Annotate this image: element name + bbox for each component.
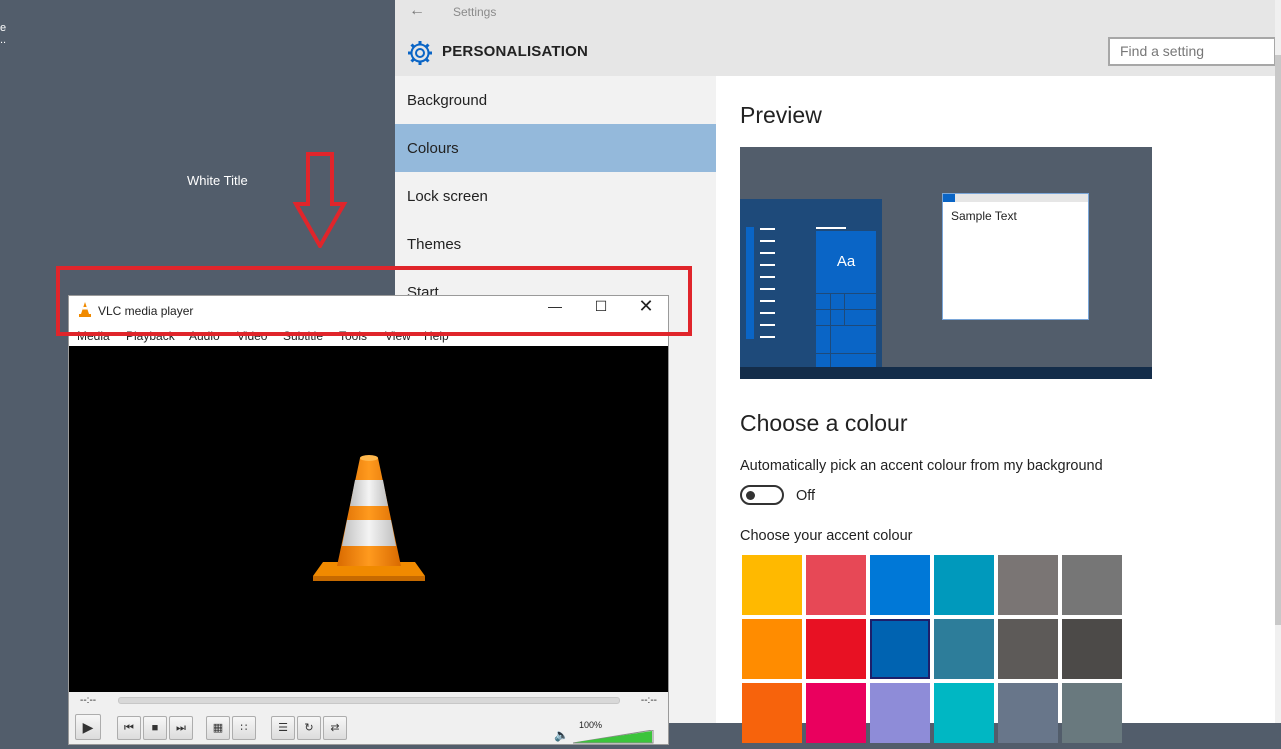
- vlc-seek-area: --:-- --:--: [69, 692, 668, 710]
- desktop-text-fragment-2: ..: [0, 34, 7, 46]
- menu-help[interactable]: Help: [424, 329, 449, 343]
- accent-swatch[interactable]: [870, 619, 930, 679]
- preview-tile-text: Aa: [836, 253, 856, 270]
- back-arrow-icon[interactable]: ←: [409, 2, 425, 20]
- next-button[interactable]: ⏭: [169, 716, 193, 740]
- accent-swatch[interactable]: [998, 619, 1058, 679]
- settings-content: Preview Aa Sample Text Choose a colour A…: [716, 76, 1281, 743]
- search-input[interactable]: [1110, 39, 1270, 63]
- search-box[interactable]: [1108, 37, 1276, 66]
- menu-video[interactable]: Video: [237, 329, 267, 343]
- accent-swatch[interactable]: [806, 683, 866, 743]
- accent-swatch[interactable]: [1062, 619, 1122, 679]
- annotation-label: White Title: [187, 173, 248, 188]
- vlc-titlebar: VLC media player — ☐ ✕: [69, 296, 668, 326]
- settings-window-title: Settings: [453, 5, 497, 19]
- extended-settings-button[interactable]: ∷: [232, 716, 256, 740]
- accent-swatch[interactable]: [742, 619, 802, 679]
- menu-view[interactable]: View: [385, 329, 411, 343]
- scrollbar[interactable]: [1275, 0, 1281, 723]
- accent-swatch[interactable]: [742, 683, 802, 743]
- nav-item-background[interactable]: Background: [395, 76, 716, 124]
- preview-taskbar: [740, 367, 1152, 379]
- vlc-cone-icon: [79, 302, 91, 317]
- menu-subtitle[interactable]: Subtitle: [283, 329, 323, 343]
- time-total: --:--: [640, 695, 657, 706]
- vlc-logo-cone-icon: [313, 455, 425, 581]
- volume-slider[interactable]: [573, 730, 655, 744]
- volume-percent: 100%: [579, 720, 603, 730]
- page-title: PERSONALISATION: [442, 43, 589, 60]
- accent-swatch[interactable]: [1062, 683, 1122, 743]
- preview-sample-text: Sample Text: [951, 209, 1017, 223]
- seek-slider[interactable]: [118, 697, 620, 704]
- accent-swatch[interactable]: [870, 683, 930, 743]
- preview-start-strip: [746, 227, 754, 339]
- accent-swatch[interactable]: [742, 555, 802, 615]
- vlc-menubar: Media Playback Audio Video Subtitle Tool…: [69, 326, 668, 346]
- settings-header: PERSONALISATION: [395, 25, 1281, 76]
- minimize-button[interactable]: —: [532, 296, 578, 318]
- playlist-button[interactable]: ☰: [271, 716, 295, 740]
- menu-tools[interactable]: Tools: [339, 329, 367, 343]
- choose-colour-heading: Choose a colour: [740, 410, 908, 436]
- vlc-window-title: VLC media player: [98, 304, 194, 318]
- desktop-text-fragment-1: e: [0, 22, 7, 34]
- loop-button[interactable]: ↻: [297, 716, 321, 740]
- nav-item-colours[interactable]: Colours: [395, 124, 716, 172]
- menu-audio[interactable]: Audio: [189, 329, 220, 343]
- auto-accent-toggle[interactable]: [740, 485, 784, 505]
- gear-icon: [408, 41, 432, 65]
- settings-titlebar: ← Settings: [395, 0, 1281, 25]
- accent-swatch[interactable]: [934, 683, 994, 743]
- accent-swatch[interactable]: [806, 619, 866, 679]
- nav-item-themes[interactable]: Themes: [395, 220, 716, 268]
- vlc-controls: ▶ ⏮ ■ ⏭ ▦ ∷ ☰ ↻ ⇄ 🔈 100%: [69, 710, 668, 744]
- accent-swatch[interactable]: [806, 555, 866, 615]
- accent-swatch[interactable]: [934, 619, 994, 679]
- nav-item-lock-screen[interactable]: Lock screen: [395, 172, 716, 220]
- fullscreen-button[interactable]: ▦: [206, 716, 230, 740]
- scrollbar-thumb[interactable]: [1275, 55, 1281, 625]
- accent-swatch[interactable]: [998, 555, 1058, 615]
- accent-swatch[interactable]: [1062, 555, 1122, 615]
- time-elapsed: --:--: [80, 695, 97, 706]
- speaker-icon[interactable]: 🔈: [554, 728, 569, 742]
- previous-button[interactable]: ⏮: [117, 716, 141, 740]
- preview-heading: Preview: [740, 102, 822, 128]
- close-button[interactable]: ✕: [623, 296, 669, 318]
- play-button[interactable]: ▶: [75, 714, 101, 740]
- annotation-arrow-icon: [292, 152, 348, 248]
- vlc-video-area[interactable]: [69, 346, 668, 692]
- stop-button[interactable]: ■: [143, 716, 167, 740]
- toggle-knob: [746, 491, 755, 500]
- accent-swatch[interactable]: [998, 683, 1058, 743]
- accent-colour-label: Choose your accent colour: [740, 528, 913, 544]
- vlc-window: VLC media player — ☐ ✕ Media Playback Au…: [68, 295, 669, 745]
- accent-swatch[interactable]: [934, 555, 994, 615]
- shuffle-button[interactable]: ⇄: [323, 716, 347, 740]
- auto-accent-label: Automatically pick an accent colour from…: [740, 458, 1103, 474]
- menu-media[interactable]: Media: [77, 329, 110, 343]
- toggle-state-text: Off: [796, 488, 816, 504]
- preview-window: Sample Text: [942, 193, 1089, 320]
- menu-playback[interactable]: Playback: [126, 329, 175, 343]
- maximize-button[interactable]: ☐: [578, 296, 624, 318]
- theme-preview: Aa Sample Text: [740, 147, 1152, 379]
- accent-swatch[interactable]: [870, 555, 930, 615]
